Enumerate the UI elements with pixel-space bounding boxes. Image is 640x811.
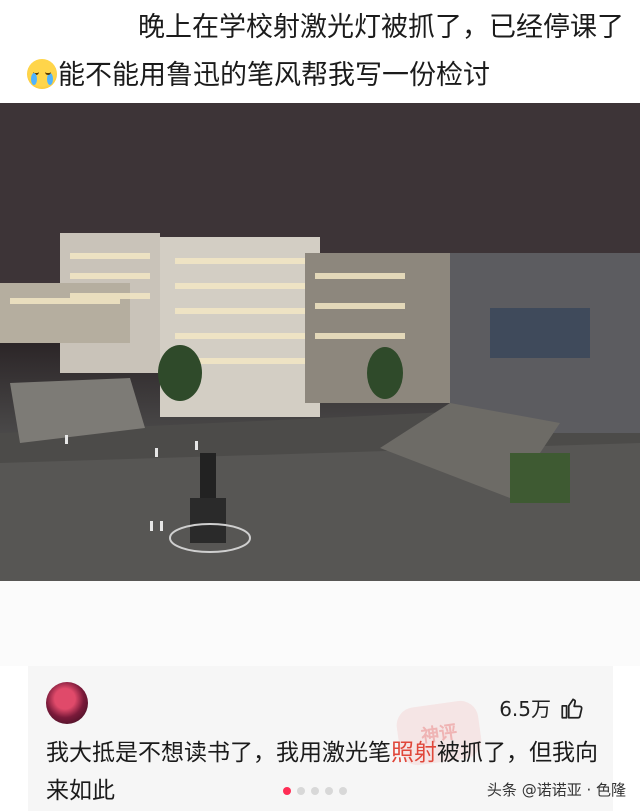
thumbs-up-icon[interactable]	[559, 695, 585, 721]
pagination-dot-active[interactable]	[283, 787, 291, 795]
like-count[interactable]: 6.5万	[499, 693, 585, 722]
post-text-part2: 能不能用鲁迅的笔风帮我写一份检讨	[58, 60, 490, 91]
post-text: 晚上在学校射激光灯被抓了，已经停课了能不能用鲁迅的笔风帮我写一份检讨	[26, 4, 626, 100]
comment-text-highlight: 照射	[391, 740, 437, 766]
source-watermark: 头条 @诺诺亚 · 色隆	[487, 779, 626, 800]
watermark-text: 头条 @诺诺亚 · 色隆	[486, 781, 626, 799]
carousel-pagination	[283, 787, 347, 795]
avatar[interactable]	[46, 682, 88, 724]
pagination-dot[interactable]	[297, 787, 305, 795]
pagination-dot[interactable]	[325, 787, 333, 795]
campus-night-photo[interactable]	[0, 103, 640, 581]
like-count-value: 6.5万	[499, 697, 551, 721]
photo-bottom-spacer	[0, 581, 640, 666]
post-text-part1: 晚上在学校射激光灯被抓了，已经停课了	[138, 12, 624, 43]
crying-face-emoji-icon	[27, 59, 57, 89]
pagination-dot[interactable]	[339, 787, 347, 795]
comment-text-before: 我大抵是不想读书了，我用激光笔	[46, 740, 391, 766]
pagination-dot[interactable]	[311, 787, 319, 795]
